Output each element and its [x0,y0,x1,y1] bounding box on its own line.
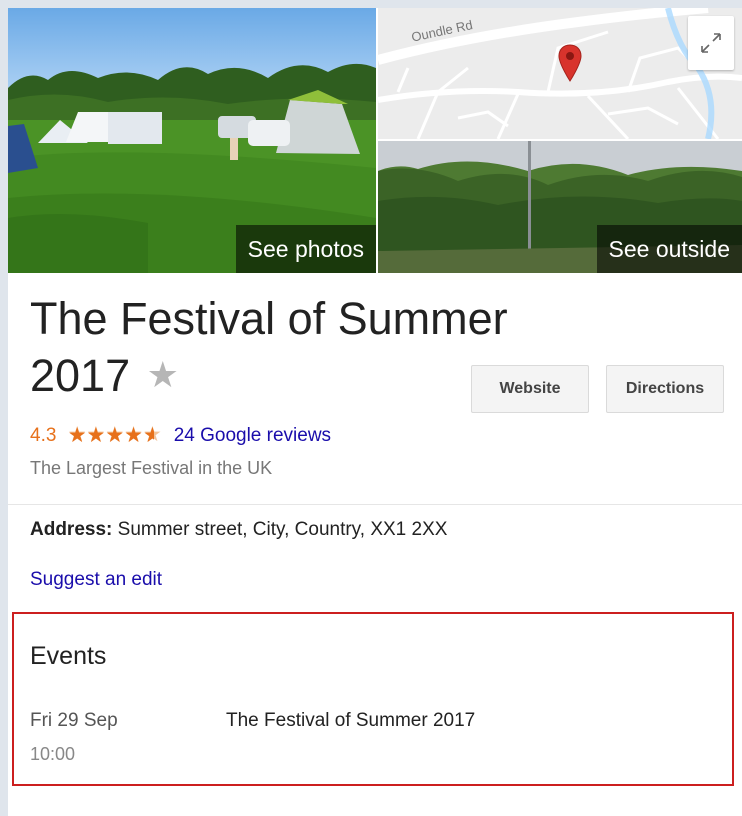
main-photo[interactable]: See photos [8,8,376,273]
place-subtitle: The Largest Festival in the UK [30,458,273,478]
expand-map-button[interactable] [688,16,734,70]
events-title: Events [30,642,107,670]
place-title-line2: 2017 [30,350,131,401]
address-label: Address: [30,519,113,540]
expand-icon [701,33,721,53]
event-date: Fri 29 Sep [30,710,118,731]
event-name[interactable]: The Festival of Summer 2017 [226,708,475,734]
map-pin-icon [558,44,582,82]
knowledge-panel: See photos Oundle Rd See outside The Fes… [8,8,742,816]
rating-row: 4.3 ★★★★★ ★★★★★ 24 Google reviews [30,422,331,449]
place-title-line1: The Festival of Summer [30,293,508,344]
section-divider [8,504,742,505]
street-view-photo[interactable]: See outside [378,141,742,273]
star-outline-icon[interactable]: ★ [147,354,179,395]
website-button[interactable]: Website [471,365,589,413]
google-reviews-link[interactable]: 24 Google reviews [174,425,331,446]
see-outside-label[interactable]: See outside [596,225,742,273]
suggest-edit-link[interactable]: Suggest an edit [30,567,162,593]
address-value[interactable]: Summer street, City, Country, XX1 2XX [118,519,448,540]
event-time: 10:00 [30,744,76,764]
events-section: Events Fri 29 Sep 10:00 The Festival of … [12,612,734,786]
address-row: Address: Summer street, City, Country, X… [30,517,447,543]
rating-value: 4.3 [30,425,57,446]
rating-stars: ★★★★★ ★★★★★ [67,423,168,447]
map-thumbnail[interactable]: Oundle Rd [378,8,742,139]
see-photos-label[interactable]: See photos [235,225,376,273]
directions-button[interactable]: Directions [606,365,724,413]
rating-stars-filled: ★★★★★ [67,424,154,447]
